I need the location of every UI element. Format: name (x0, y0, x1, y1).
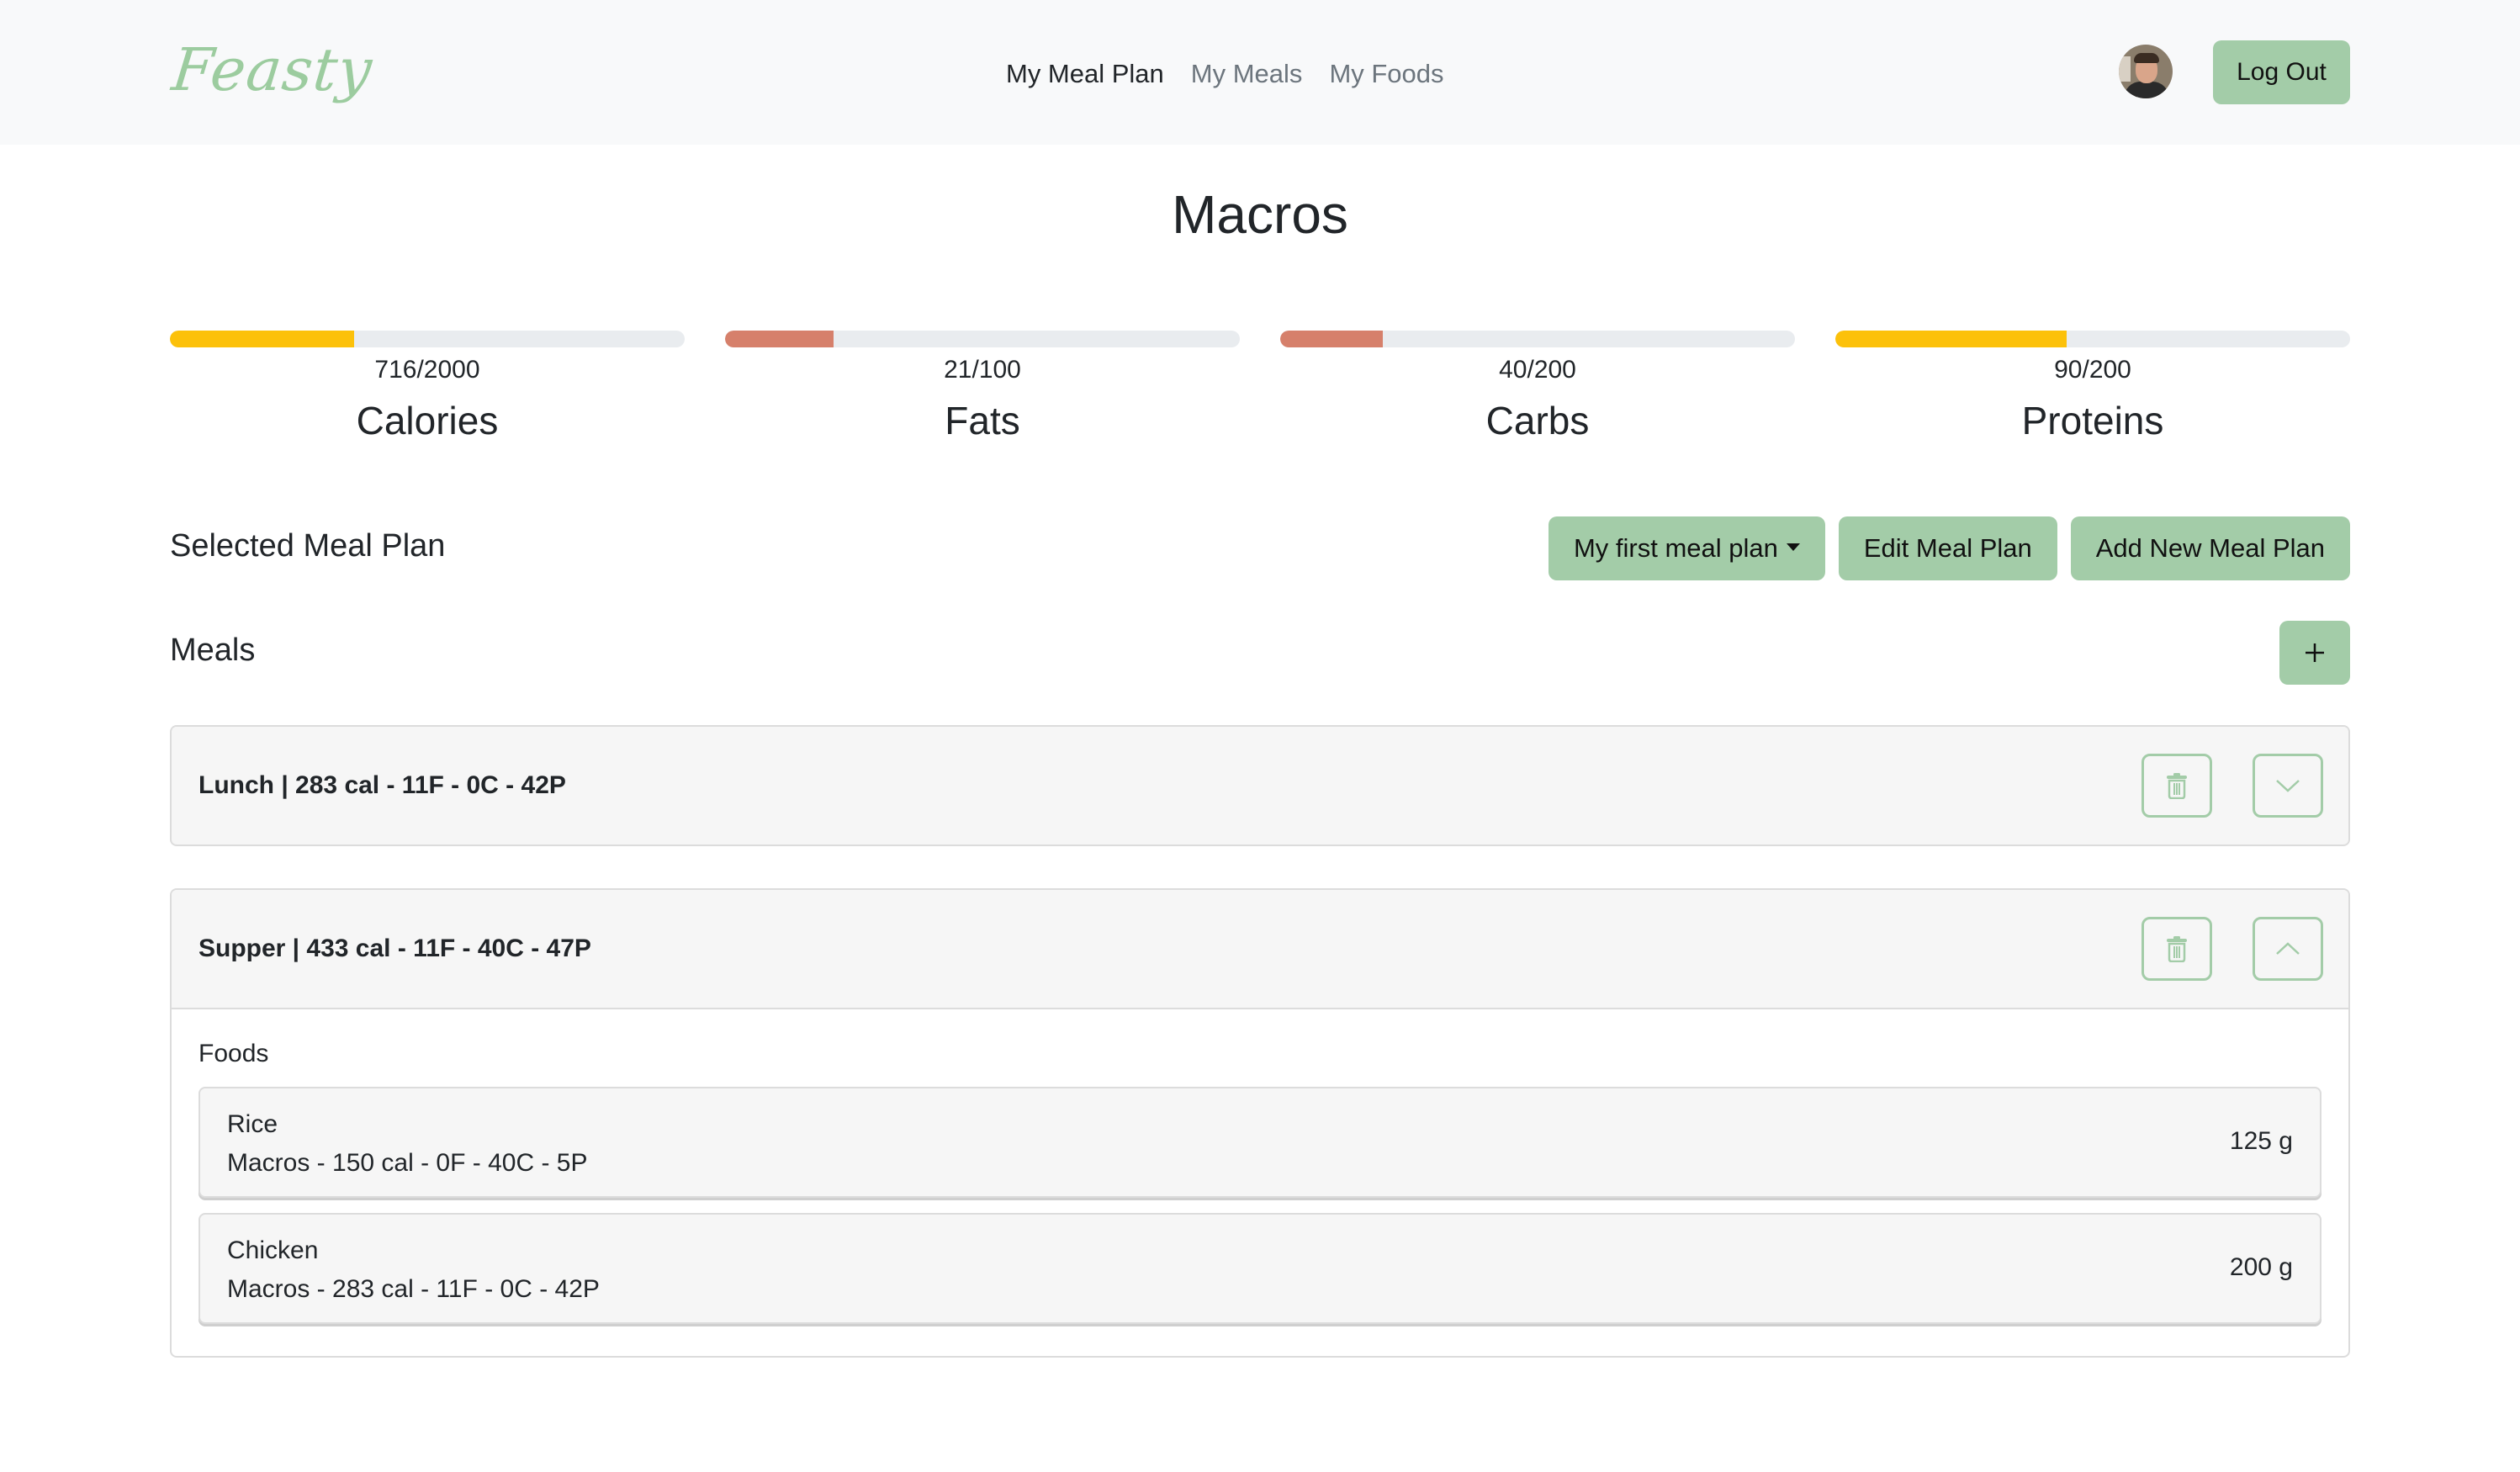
avatar-hair (2134, 53, 2159, 63)
delete-meal-button[interactable] (2141, 754, 2212, 818)
meal-card-lunch: Lunch | 283 cal - 11F - 0C - 42P (170, 725, 2350, 846)
avatar-background (2119, 56, 2131, 82)
top-navbar: Feasty My Meal Plan My Meals My Foods Lo… (0, 0, 2520, 145)
chevron-up-icon (2276, 942, 2300, 955)
add-meal-button[interactable] (2279, 621, 2350, 685)
trash-icon (2167, 936, 2187, 962)
meal-card-supper: Supper | 433 cal - 11F - 40C - 47P Foods… (170, 888, 2350, 1358)
food-quantity: 125 g (2229, 1127, 2293, 1155)
carbs-value: 40/200 (1499, 356, 1576, 384)
proteins-label: Proteins (2021, 399, 2164, 442)
meal-body-supper: Foods Rice Macros - 150 cal - 0F - 40C -… (172, 1008, 2348, 1356)
calories-label: Calories (356, 399, 499, 442)
meal-header-supper[interactable]: Supper | 433 cal - 11F - 40C - 47P (172, 890, 2348, 1008)
app-logo[interactable]: Feasty (169, 35, 376, 104)
meal-plan-dropdown[interactable]: My first meal plan (1548, 516, 1825, 580)
add-meal-plan-button[interactable]: Add New Meal Plan (2070, 516, 2350, 580)
nav-my-meal-plan[interactable]: My Meal Plan (1006, 59, 1164, 89)
meal-title: Supper | 433 cal - 11F - 40C - 47P (199, 935, 591, 962)
expand-meal-button[interactable] (2253, 754, 2323, 818)
collapse-meal-button[interactable] (2253, 917, 2323, 981)
proteins-progress-fill (1835, 331, 2067, 347)
proteins-value: 90/200 (2054, 356, 2131, 384)
chevron-down-icon (2276, 780, 2300, 792)
food-item[interactable]: Rice Macros - 150 cal - 0F - 40C - 5P 12… (199, 1087, 2321, 1198)
nav-my-foods[interactable]: My Foods (1329, 59, 1443, 89)
food-macros: Macros - 150 cal - 0F - 40C - 5P (227, 1149, 588, 1177)
macro-calories: 716/2000 Calories (170, 331, 685, 443)
calories-value: 716/2000 (374, 356, 480, 384)
user-avatar[interactable] (2119, 45, 2173, 98)
calories-progress-fill (170, 331, 355, 347)
fats-label: Fats (945, 399, 1020, 442)
fats-value: 21/100 (944, 356, 1021, 384)
selected-meal-plan-label: Selected Meal Plan (170, 528, 446, 564)
food-name: Chicken (227, 1236, 319, 1264)
carbs-progress-bar (1280, 331, 1795, 347)
edit-meal-plan-button[interactable]: Edit Meal Plan (1838, 516, 2057, 580)
food-macros: Macros - 283 cal - 11F - 0C - 42P (227, 1275, 600, 1303)
food-quantity: 200 g (2229, 1253, 2293, 1281)
logout-button[interactable]: Log Out (2213, 40, 2350, 104)
foods-label: Foods (199, 1040, 269, 1067)
main-nav: My Meal Plan My Meals My Foods (1006, 59, 1444, 89)
carbs-label: Carbs (1485, 399, 1590, 442)
calories-progress-bar (170, 331, 685, 347)
meal-plan-dropdown-label: My first meal plan (1573, 533, 1778, 563)
meal-title: Lunch | 283 cal - 11F - 0C - 42P (199, 771, 566, 799)
fats-progress-bar (725, 331, 1240, 347)
nav-my-meals[interactable]: My Meals (1191, 59, 1303, 89)
meal-plan-actions: My first meal plan Edit Meal Plan Add Ne… (1548, 516, 2350, 580)
plus-icon (2306, 643, 2324, 662)
meals-label: Meals (170, 633, 256, 668)
food-item[interactable]: Chicken Macros - 283 cal - 11F - 0C - 42… (199, 1213, 2321, 1324)
meal-header-lunch[interactable]: Lunch | 283 cal - 11F - 0C - 42P (172, 727, 2348, 845)
avatar-shirt (2124, 82, 2169, 98)
caret-down-icon (1786, 543, 1800, 551)
trash-icon (2167, 773, 2187, 799)
proteins-progress-bar (1835, 331, 2350, 347)
food-name: Rice (227, 1110, 278, 1138)
delete-meal-button[interactable] (2141, 917, 2212, 981)
macro-fats: 21/100 Fats (725, 331, 1240, 443)
fats-progress-fill (725, 331, 834, 347)
macro-proteins: 90/200 Proteins (1835, 331, 2350, 443)
page-title: Macros (1172, 184, 1348, 245)
macro-carbs: 40/200 Carbs (1280, 331, 1795, 443)
carbs-progress-fill (1280, 331, 1384, 347)
